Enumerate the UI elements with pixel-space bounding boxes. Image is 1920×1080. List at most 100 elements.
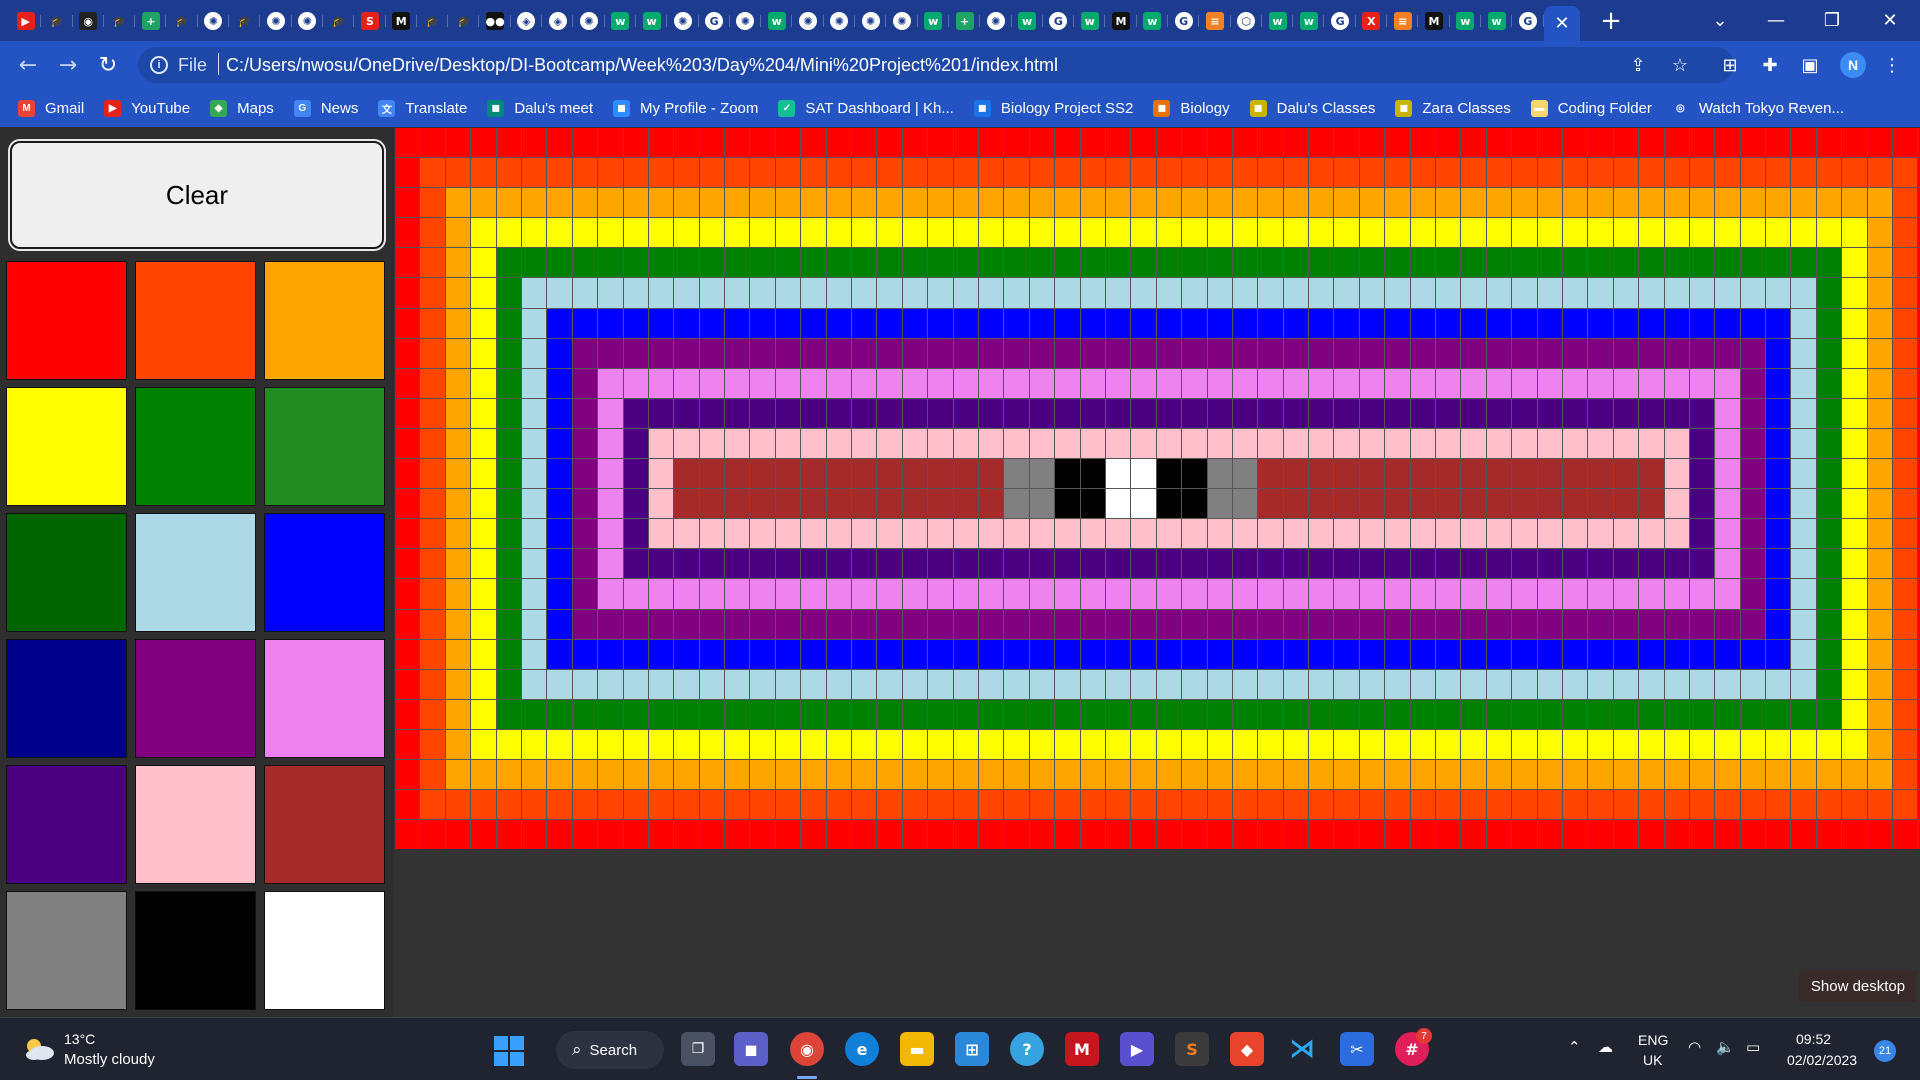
pixel-cell[interactable] bbox=[521, 308, 547, 338]
pixel-cell[interactable] bbox=[1258, 368, 1283, 398]
pixel-cell[interactable] bbox=[1715, 759, 1740, 790]
pixel-cell[interactable] bbox=[1004, 759, 1029, 790]
pixel-cell[interactable] bbox=[623, 459, 648, 489]
pixel-cell[interactable] bbox=[1689, 308, 1715, 338]
pixel-cell[interactable] bbox=[1639, 218, 1664, 248]
pixel-cell[interactable] bbox=[1537, 218, 1562, 248]
pixel-cell[interactable] bbox=[1131, 579, 1156, 609]
pixel-cell[interactable] bbox=[775, 699, 801, 729]
pixel-cell[interactable] bbox=[775, 218, 801, 248]
pixel-cell[interactable] bbox=[1359, 248, 1385, 278]
pixel-cell[interactable] bbox=[1791, 398, 1816, 428]
pixel-cell[interactable] bbox=[1562, 459, 1588, 489]
pixel-cell[interactable] bbox=[1486, 820, 1512, 850]
pixel-cell[interactable] bbox=[902, 579, 928, 609]
wifi-icon[interactable]: ◠ bbox=[1688, 1038, 1701, 1056]
pixel-cell[interactable] bbox=[1512, 639, 1537, 669]
pixel-cell[interactable] bbox=[826, 338, 852, 368]
pixel-cell[interactable] bbox=[852, 639, 877, 669]
pixel-cell[interactable] bbox=[1867, 278, 1893, 308]
pixel-cell[interactable] bbox=[852, 790, 877, 820]
pixel-cell[interactable] bbox=[1867, 519, 1893, 549]
pixel-cell[interactable] bbox=[1207, 128, 1232, 158]
pixel-cell[interactable] bbox=[1436, 790, 1461, 820]
pixel-cell[interactable] bbox=[1740, 218, 1766, 248]
pixel-cell[interactable] bbox=[1309, 308, 1334, 338]
pixel-cell[interactable] bbox=[953, 579, 978, 609]
pixel-cell[interactable] bbox=[1156, 278, 1182, 308]
pixel-cell[interactable] bbox=[1182, 368, 1207, 398]
pixel-cell[interactable] bbox=[1436, 398, 1461, 428]
pixel-cell[interactable] bbox=[1639, 729, 1664, 759]
pixel-cell[interactable] bbox=[1461, 820, 1486, 850]
pixel-cell[interactable] bbox=[648, 308, 674, 338]
pixel-cell[interactable] bbox=[826, 759, 852, 790]
pixel-cell[interactable] bbox=[1461, 158, 1486, 188]
pixel-cell[interactable] bbox=[1359, 398, 1385, 428]
bookmark-item[interactable]: ◼ Dalu's Classes bbox=[1249, 99, 1375, 117]
pixel-cell[interactable] bbox=[1207, 669, 1232, 699]
pixel-cell[interactable] bbox=[852, 218, 877, 248]
pixel-cell[interactable] bbox=[1613, 759, 1639, 790]
pixel-cell[interactable] bbox=[1664, 489, 1689, 519]
pixel-cell[interactable] bbox=[1131, 729, 1156, 759]
pixel-cell[interactable] bbox=[1562, 368, 1588, 398]
pixel-cell[interactable] bbox=[1029, 729, 1055, 759]
pixel-cell[interactable] bbox=[1105, 759, 1131, 790]
pixel-cell[interactable] bbox=[1258, 188, 1283, 218]
pixel-cell[interactable] bbox=[1283, 820, 1309, 850]
pixel-cell[interactable] bbox=[395, 308, 420, 338]
pixel-cell[interactable] bbox=[750, 759, 775, 790]
pixel-cell[interactable] bbox=[1537, 549, 1562, 579]
pixel-cell[interactable] bbox=[1689, 158, 1715, 188]
pixel-cell[interactable] bbox=[928, 278, 953, 308]
pixel-cell[interactable] bbox=[978, 128, 1004, 158]
pixel-cell[interactable] bbox=[1766, 699, 1791, 729]
pixel-cell[interactable] bbox=[1080, 308, 1105, 338]
pixel-cell[interactable] bbox=[902, 669, 928, 699]
pixel-cell[interactable] bbox=[395, 820, 420, 850]
pixel-cell[interactable] bbox=[445, 489, 471, 519]
pixel-cell[interactable] bbox=[1588, 188, 1613, 218]
pixel-cell[interactable] bbox=[572, 278, 598, 308]
pixel-cell[interactable] bbox=[1182, 519, 1207, 549]
pixel-cell[interactable] bbox=[1029, 820, 1055, 850]
pixel-cell[interactable] bbox=[978, 158, 1004, 188]
pixel-cell[interactable] bbox=[1537, 398, 1562, 428]
pixel-cell[interactable] bbox=[775, 549, 801, 579]
pixel-cell[interactable] bbox=[699, 248, 725, 278]
pixel-cell[interactable] bbox=[674, 669, 699, 699]
pixel-cell[interactable] bbox=[1436, 639, 1461, 669]
pixel-cell[interactable] bbox=[1613, 519, 1639, 549]
pixel-cell[interactable] bbox=[1004, 308, 1029, 338]
pixel-cell[interactable] bbox=[496, 699, 521, 729]
pixel-cell[interactable] bbox=[1867, 489, 1893, 519]
pixel-cell[interactable] bbox=[547, 639, 572, 669]
pixel-cell[interactable] bbox=[1258, 459, 1283, 489]
pixel-cell[interactable] bbox=[496, 398, 521, 428]
pixel-cell[interactable] bbox=[852, 338, 877, 368]
menu-kebab-icon[interactable]: ⋮ bbox=[1878, 51, 1906, 79]
pixel-cell[interactable] bbox=[1004, 158, 1029, 188]
pixel-cell[interactable] bbox=[1258, 489, 1283, 519]
pixel-cell[interactable] bbox=[1105, 338, 1131, 368]
pixel-cell[interactable] bbox=[775, 519, 801, 549]
pixel-cell[interactable] bbox=[1867, 338, 1893, 368]
pixel-cell[interactable] bbox=[852, 489, 877, 519]
pixel-cell[interactable] bbox=[1791, 158, 1816, 188]
pixel-cell[interactable] bbox=[395, 519, 420, 549]
pixel-cell[interactable] bbox=[420, 398, 445, 428]
pixel-cell[interactable] bbox=[1664, 459, 1689, 489]
pixel-cell[interactable] bbox=[902, 338, 928, 368]
pixel-cell[interactable] bbox=[1842, 790, 1867, 820]
pixel-cell[interactable] bbox=[1232, 790, 1258, 820]
pixel-cell[interactable] bbox=[496, 459, 521, 489]
pixel-cell[interactable] bbox=[445, 459, 471, 489]
pixel-cell[interactable] bbox=[1436, 338, 1461, 368]
pixel-cell[interactable] bbox=[521, 639, 547, 669]
pixel-cell[interactable] bbox=[1105, 188, 1131, 218]
pixel-cell[interactable] bbox=[1664, 669, 1689, 699]
vscode-icon[interactable]: ⋊ bbox=[1285, 1032, 1319, 1066]
pixel-cell[interactable] bbox=[1816, 188, 1842, 218]
pixel-cell[interactable] bbox=[928, 669, 953, 699]
